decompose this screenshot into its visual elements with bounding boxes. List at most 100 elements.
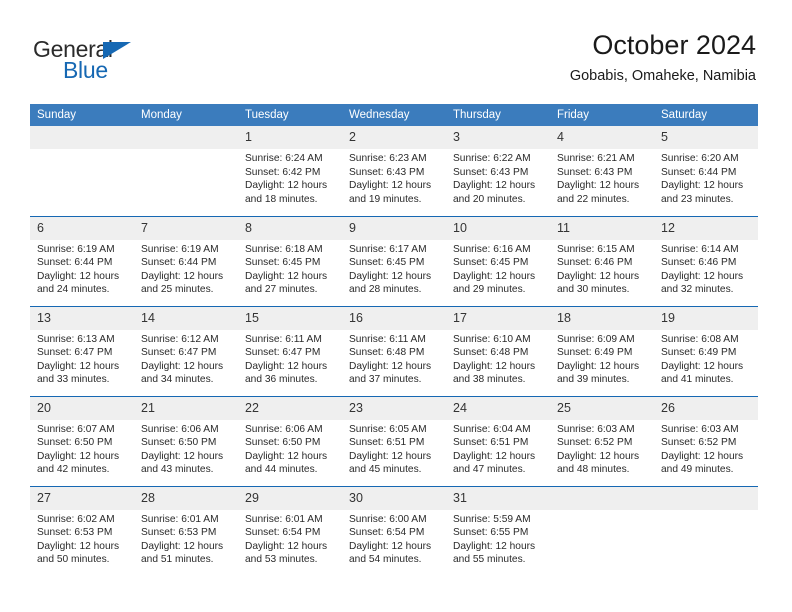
daylight-text-line2: and 24 minutes. bbox=[37, 284, 110, 296]
day-cell[interactable]: 12 Sunrise: 6:14 AM Sunset: 6:46 PM Dayl… bbox=[654, 215, 758, 306]
day-cell[interactable]: 17 Sunrise: 6:10 AM Sunset: 6:48 PM Dayl… bbox=[446, 305, 550, 396]
day-cell[interactable]: 19 Sunrise: 6:08 AM Sunset: 6:49 PM Dayl… bbox=[654, 305, 758, 396]
day-cell[interactable]: 31 Sunrise: 5:59 AM Sunset: 6:55 PM Dayl… bbox=[446, 485, 550, 576]
daylight-text-line2: and 44 minutes. bbox=[245, 464, 318, 476]
daylight-text-line1: Daylight: 12 hours bbox=[453, 450, 536, 462]
day-cell[interactable]: 23 Sunrise: 6:05 AM Sunset: 6:51 PM Dayl… bbox=[342, 395, 446, 486]
page-header: General Blue October 2024 Gobabis, Omahe… bbox=[0, 28, 792, 100]
day-number: 18 bbox=[550, 306, 654, 330]
daylight-text-line2: and 33 minutes. bbox=[37, 374, 110, 386]
daylight-text-line2: and 45 minutes. bbox=[349, 464, 422, 476]
day-cell[interactable]: 5 Sunrise: 6:20 AM Sunset: 6:44 PM Dayli… bbox=[654, 126, 758, 216]
day-details: Sunrise: 6:17 AM Sunset: 6:45 PM Dayligh… bbox=[342, 240, 446, 297]
day-cell[interactable]: 26 Sunrise: 6:03 AM Sunset: 6:52 PM Dayl… bbox=[654, 395, 758, 486]
daylight-text-line2: and 47 minutes. bbox=[453, 464, 526, 476]
daylight-text-line1: Daylight: 12 hours bbox=[453, 540, 536, 552]
weekday-header-monday: Monday bbox=[134, 104, 238, 126]
day-details: Sunrise: 6:10 AM Sunset: 6:48 PM Dayligh… bbox=[446, 330, 550, 387]
sunset-text: Sunset: 6:44 PM bbox=[141, 257, 217, 269]
day-details: Sunrise: 6:08 AM Sunset: 6:49 PM Dayligh… bbox=[654, 330, 758, 387]
daylight-text-line1: Daylight: 12 hours bbox=[661, 180, 744, 192]
day-cell[interactable]: 24 Sunrise: 6:04 AM Sunset: 6:51 PM Dayl… bbox=[446, 395, 550, 486]
daylight-text-line2: and 18 minutes. bbox=[245, 193, 318, 205]
day-cell[interactable]: 13 Sunrise: 6:13 AM Sunset: 6:47 PM Dayl… bbox=[30, 305, 134, 396]
day-number: 7 bbox=[134, 216, 238, 240]
day-cell[interactable]: 18 Sunrise: 6:09 AM Sunset: 6:49 PM Dayl… bbox=[550, 305, 654, 396]
day-cell[interactable]: 9 Sunrise: 6:17 AM Sunset: 6:45 PM Dayli… bbox=[342, 215, 446, 306]
day-number: 1 bbox=[238, 126, 342, 149]
day-cell[interactable]: 28 Sunrise: 6:01 AM Sunset: 6:53 PM Dayl… bbox=[134, 485, 238, 576]
day-details: Sunrise: 6:15 AM Sunset: 6:46 PM Dayligh… bbox=[550, 240, 654, 297]
day-cell-empty bbox=[30, 126, 134, 216]
daylight-text-line2: and 54 minutes. bbox=[349, 554, 422, 566]
day-cell[interactable]: 15 Sunrise: 6:11 AM Sunset: 6:47 PM Dayl… bbox=[238, 305, 342, 396]
day-details: Sunrise: 6:19 AM Sunset: 6:44 PM Dayligh… bbox=[134, 240, 238, 297]
day-number: 28 bbox=[134, 486, 238, 510]
day-cell[interactable]: 10 Sunrise: 6:16 AM Sunset: 6:45 PM Dayl… bbox=[446, 215, 550, 306]
sunrise-text: Sunrise: 6:06 AM bbox=[141, 423, 219, 435]
day-number bbox=[134, 126, 238, 149]
day-cell[interactable]: 29 Sunrise: 6:01 AM Sunset: 6:54 PM Dayl… bbox=[238, 485, 342, 576]
day-cell[interactable]: 1 Sunrise: 6:24 AM Sunset: 6:42 PM Dayli… bbox=[238, 126, 342, 216]
daylight-text-line2: and 19 minutes. bbox=[349, 193, 422, 205]
weekday-header-sunday: Sunday bbox=[30, 104, 134, 126]
daylight-text-line1: Daylight: 12 hours bbox=[37, 360, 120, 372]
day-cell[interactable]: 27 Sunrise: 6:02 AM Sunset: 6:53 PM Dayl… bbox=[30, 485, 134, 576]
sunset-text: Sunset: 6:55 PM bbox=[453, 527, 529, 539]
sunset-text: Sunset: 6:54 PM bbox=[245, 527, 321, 539]
daylight-text-line2: and 42 minutes. bbox=[37, 464, 110, 476]
calendar-body: 1 Sunrise: 6:24 AM Sunset: 6:42 PM Dayli… bbox=[30, 126, 758, 576]
sunset-text: Sunset: 6:50 PM bbox=[141, 437, 217, 449]
daylight-text-line2: and 50 minutes. bbox=[37, 554, 110, 566]
day-number: 6 bbox=[30, 216, 134, 240]
calendar-header-row: Sunday Monday Tuesday Wednesday Thursday… bbox=[30, 104, 758, 126]
day-number: 29 bbox=[238, 486, 342, 510]
daylight-text-line2: and 48 minutes. bbox=[557, 464, 630, 476]
sunset-text: Sunset: 6:53 PM bbox=[37, 527, 113, 539]
sunrise-text: Sunrise: 6:18 AM bbox=[245, 243, 323, 255]
day-cell[interactable]: 4 Sunrise: 6:21 AM Sunset: 6:43 PM Dayli… bbox=[550, 126, 654, 216]
day-cell-empty bbox=[654, 485, 758, 576]
day-cell[interactable]: 30 Sunrise: 6:00 AM Sunset: 6:54 PM Dayl… bbox=[342, 485, 446, 576]
day-cell[interactable]: 7 Sunrise: 6:19 AM Sunset: 6:44 PM Dayli… bbox=[134, 215, 238, 306]
day-details: Sunrise: 6:00 AM Sunset: 6:54 PM Dayligh… bbox=[342, 510, 446, 567]
week-row: 6 Sunrise: 6:19 AM Sunset: 6:44 PM Dayli… bbox=[30, 215, 758, 306]
sunset-text: Sunset: 6:45 PM bbox=[245, 257, 321, 269]
calendar-table: Sunday Monday Tuesday Wednesday Thursday… bbox=[30, 104, 758, 576]
day-cell[interactable]: 21 Sunrise: 6:06 AM Sunset: 6:50 PM Dayl… bbox=[134, 395, 238, 486]
daylight-text-line1: Daylight: 12 hours bbox=[453, 180, 536, 192]
day-cell[interactable]: 25 Sunrise: 6:03 AM Sunset: 6:52 PM Dayl… bbox=[550, 395, 654, 486]
day-cell[interactable]: 20 Sunrise: 6:07 AM Sunset: 6:50 PM Dayl… bbox=[30, 395, 134, 486]
daylight-text-line1: Daylight: 12 hours bbox=[349, 540, 432, 552]
day-cell[interactable]: 8 Sunrise: 6:18 AM Sunset: 6:45 PM Dayli… bbox=[238, 215, 342, 306]
day-cell[interactable]: 14 Sunrise: 6:12 AM Sunset: 6:47 PM Dayl… bbox=[134, 305, 238, 396]
day-number: 8 bbox=[238, 216, 342, 240]
page-title: October 2024 bbox=[592, 30, 756, 60]
day-cell[interactable]: 16 Sunrise: 6:11 AM Sunset: 6:48 PM Dayl… bbox=[342, 305, 446, 396]
daylight-text-line2: and 30 minutes. bbox=[557, 284, 630, 296]
sunset-text: Sunset: 6:53 PM bbox=[141, 527, 217, 539]
day-cell[interactable]: 22 Sunrise: 6:06 AM Sunset: 6:50 PM Dayl… bbox=[238, 395, 342, 486]
sunrise-text: Sunrise: 6:19 AM bbox=[141, 243, 219, 255]
day-details: Sunrise: 6:14 AM Sunset: 6:46 PM Dayligh… bbox=[654, 240, 758, 297]
day-number: 24 bbox=[446, 396, 550, 420]
day-number: 10 bbox=[446, 216, 550, 240]
sunrise-text: Sunrise: 6:24 AM bbox=[245, 153, 323, 164]
daylight-text-line1: Daylight: 12 hours bbox=[245, 450, 328, 462]
day-cell[interactable]: 6 Sunrise: 6:19 AM Sunset: 6:44 PM Dayli… bbox=[30, 215, 134, 306]
day-cell[interactable]: 2 Sunrise: 6:23 AM Sunset: 6:43 PM Dayli… bbox=[342, 126, 446, 216]
sunset-text: Sunset: 6:46 PM bbox=[557, 257, 633, 269]
daylight-text-line2: and 51 minutes. bbox=[141, 554, 214, 566]
day-cell[interactable]: 3 Sunrise: 6:22 AM Sunset: 6:43 PM Dayli… bbox=[446, 126, 550, 216]
weekday-header-thursday: Thursday bbox=[446, 104, 550, 126]
sunset-text: Sunset: 6:48 PM bbox=[453, 347, 529, 359]
sunrise-text: Sunrise: 6:20 AM bbox=[661, 153, 739, 164]
daylight-text-line2: and 32 minutes. bbox=[661, 284, 734, 296]
day-cell[interactable]: 11 Sunrise: 6:15 AM Sunset: 6:46 PM Dayl… bbox=[550, 215, 654, 306]
sunrise-text: Sunrise: 6:01 AM bbox=[245, 513, 323, 525]
daylight-text-line1: Daylight: 12 hours bbox=[141, 360, 224, 372]
daylight-text-line2: and 27 minutes. bbox=[245, 284, 318, 296]
day-number: 5 bbox=[654, 126, 758, 149]
title-block: October 2024 Gobabis, Omaheke, Namibia bbox=[570, 28, 756, 87]
daylight-text-line2: and 38 minutes. bbox=[453, 374, 526, 386]
